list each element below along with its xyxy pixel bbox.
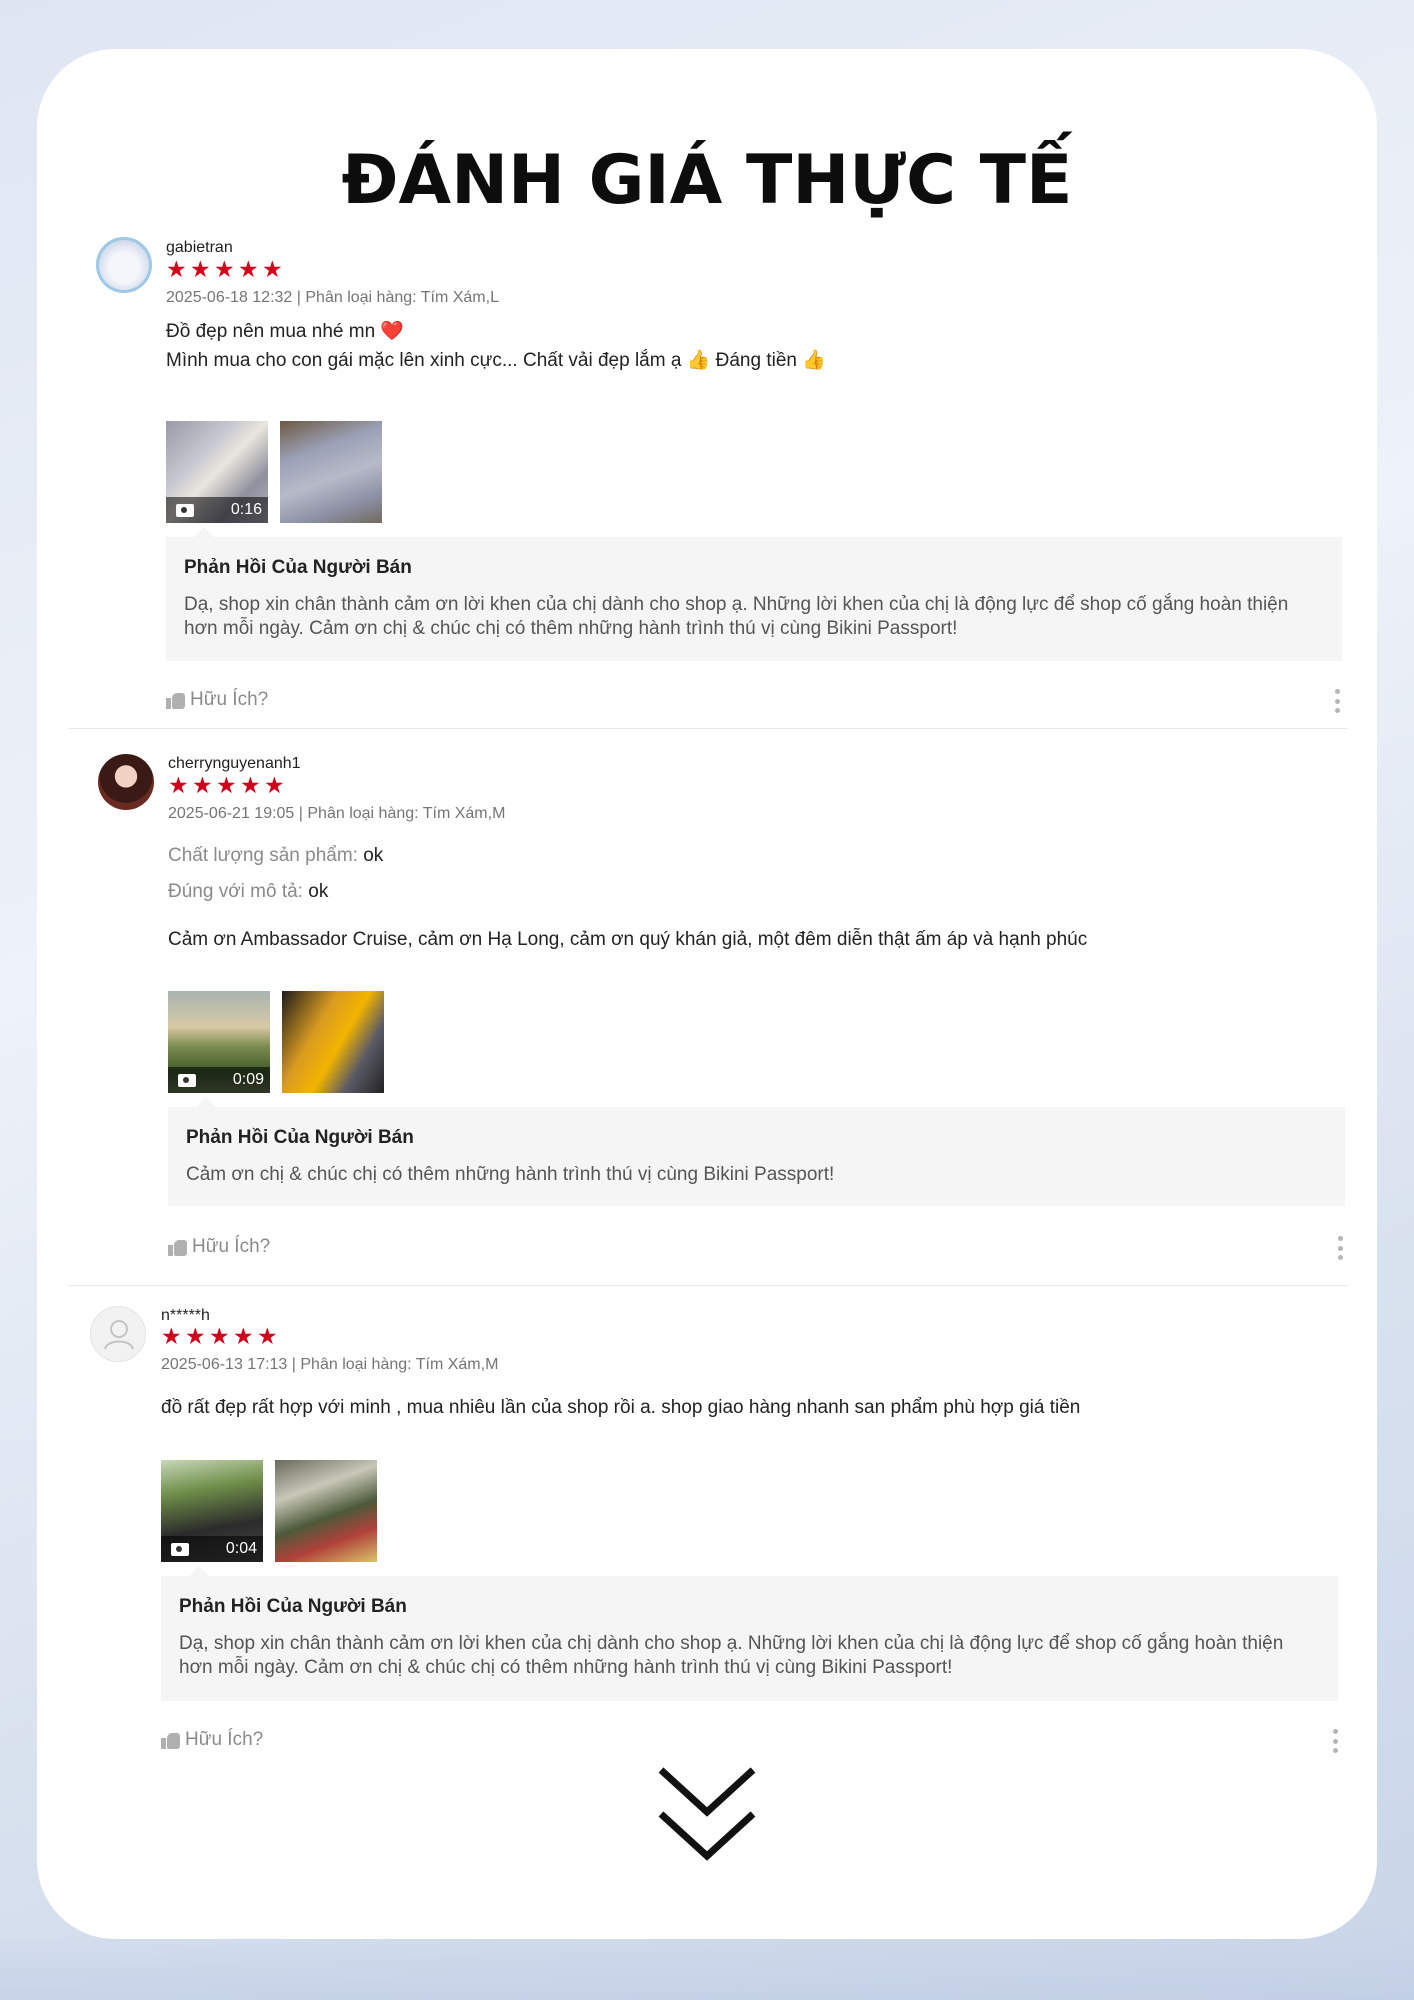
seller-reply: Phản Hồi Của Người Bán Dạ, shop xin chân… (161, 1566, 1338, 1701)
review-attribute: Đúng với mô tả: ok (168, 881, 328, 903)
review-content: Đồ đẹp nên mua nhé mn ❤️ Mình mua cho co… (166, 317, 1316, 375)
helpful-button[interactable]: Hữu Ích? (166, 689, 268, 711)
review-image-thumbnail[interactable] (282, 991, 384, 1093)
review-content: Cảm ơn Ambassador Cruise, cảm ơn Hạ Long… (168, 929, 1088, 950)
thumbs-up-icon (168, 1238, 188, 1256)
star-icon: ★ (264, 773, 285, 799)
background-decoration (0, 1930, 1414, 2000)
more-options-icon[interactable] (1337, 1236, 1343, 1260)
star-icon: ★ (214, 257, 235, 283)
star-icon: ★ (161, 1324, 182, 1350)
avatar[interactable] (96, 237, 152, 293)
review-attribute: Chất lượng sản phẩm: ok (168, 845, 383, 867)
helpful-label: Hữu Ích? (185, 1729, 264, 1750)
seller-reply: Phản Hồi Của Người Bán Dạ, shop xin chân… (166, 527, 1342, 661)
review-username[interactable]: n*****h (161, 1307, 210, 1325)
review-video-thumbnail[interactable]: 0:04 (161, 1460, 263, 1562)
review-media: 0:16 (166, 421, 382, 523)
star-icon: ★ (257, 1324, 278, 1350)
review-content: đồ rất đẹp rất hợp với minh , mua nhiêu … (161, 1397, 1081, 1418)
reviews-card: ĐÁNH GIÁ THỰC TẾ gabietran ★ ★ ★ ★ ★ 2025-06… (37, 49, 1377, 1939)
star-icon: ★ (238, 257, 259, 283)
helpful-button[interactable]: Hữu Ích? (161, 1729, 263, 1751)
default-user-icon (104, 1320, 134, 1350)
star-icon: ★ (209, 1324, 230, 1350)
avatar[interactable] (90, 1306, 146, 1362)
video-camera-icon (178, 1073, 196, 1087)
avatar[interactable] (98, 754, 154, 810)
video-bar: 0:09 (168, 1067, 270, 1093)
review-image-thumbnail[interactable] (280, 421, 382, 523)
star-rating: ★ ★ ★ ★ ★ (166, 257, 284, 283)
video-duration: 0:04 (225, 1540, 257, 1557)
video-duration: 0:09 (232, 1071, 264, 1088)
star-icon: ★ (240, 773, 261, 799)
attribute-label: Chất lượng sản phẩm: (168, 845, 358, 866)
review-content-line: Mình mua cho con gái mặc lên xinh cực...… (166, 350, 826, 371)
seller-reply-text: Dạ, shop xin chân thành cảm ơn lời khen … (179, 1633, 1284, 1678)
star-icon: ★ (233, 1324, 254, 1350)
review-username[interactable]: gabietran (166, 239, 233, 257)
star-icon: ★ (168, 773, 189, 799)
review-media: 0:09 (168, 991, 384, 1093)
seller-reply-title: Phản Hồi Của Người Bán (186, 1127, 414, 1148)
review-divider (69, 728, 1347, 729)
star-icon: ★ (185, 1324, 206, 1350)
video-duration: 0:16 (230, 501, 262, 518)
video-bar: 0:04 (161, 1536, 263, 1562)
review-divider (69, 1285, 1347, 1286)
video-camera-icon (176, 503, 194, 517)
thumbs-up-icon (161, 1731, 181, 1749)
attribute-value: ok (308, 881, 329, 902)
attribute-value: ok (363, 845, 384, 866)
star-icon: ★ (216, 773, 237, 799)
attribute-label: Đúng với mô tả: (168, 881, 303, 902)
review-content-line: Đồ đẹp nên mua nhé mn ❤️ (166, 321, 405, 342)
star-icon: ★ (262, 257, 283, 283)
review-meta: 2025-06-18 12:32 | Phân loại hàng: Tím X… (166, 289, 499, 306)
video-bar: 0:16 (166, 497, 268, 523)
star-rating: ★ ★ ★ ★ ★ (161, 1324, 279, 1350)
star-icon: ★ (166, 257, 187, 283)
review-video-thumbnail[interactable]: 0:16 (166, 421, 268, 523)
seller-reply-text: Dạ, shop xin chân thành cảm ơn lời khen … (184, 594, 1289, 639)
more-options-icon[interactable] (1332, 1729, 1338, 1753)
seller-reply-text: Cảm ơn chị & chúc chị có thêm những hành… (186, 1164, 835, 1185)
review-video-thumbnail[interactable]: 0:09 (168, 991, 270, 1093)
seller-reply-title: Phản Hồi Của Người Bán (184, 557, 412, 578)
helpful-label: Hữu Ích? (192, 1236, 271, 1257)
seller-reply: Phản Hồi Của Người Bán Cảm ơn chị & chúc… (168, 1097, 1345, 1206)
review-image-thumbnail[interactable] (275, 1460, 377, 1562)
review-username[interactable]: cherrynguyenanh1 (168, 755, 301, 773)
thumbs-up-icon (166, 691, 186, 709)
helpful-label: Hữu Ích? (190, 689, 269, 710)
star-icon: ★ (192, 773, 213, 799)
more-options-icon[interactable] (1334, 689, 1340, 713)
double-chevron-down-icon[interactable] (655, 1764, 759, 1864)
review-media: 0:04 (161, 1460, 377, 1562)
helpful-button[interactable]: Hữu Ích? (168, 1236, 270, 1258)
page-title: ĐÁNH GIÁ THỰC TẾ (341, 141, 1073, 220)
video-camera-icon (171, 1542, 189, 1556)
star-rating: ★ ★ ★ ★ ★ (168, 773, 286, 799)
seller-reply-title: Phản Hồi Của Người Bán (179, 1596, 407, 1617)
review-meta: 2025-06-13 17:13 | Phân loại hàng: Tím X… (161, 1356, 499, 1373)
review-meta: 2025-06-21 19:05 | Phân loại hàng: Tím X… (168, 805, 506, 822)
star-icon: ★ (190, 257, 211, 283)
